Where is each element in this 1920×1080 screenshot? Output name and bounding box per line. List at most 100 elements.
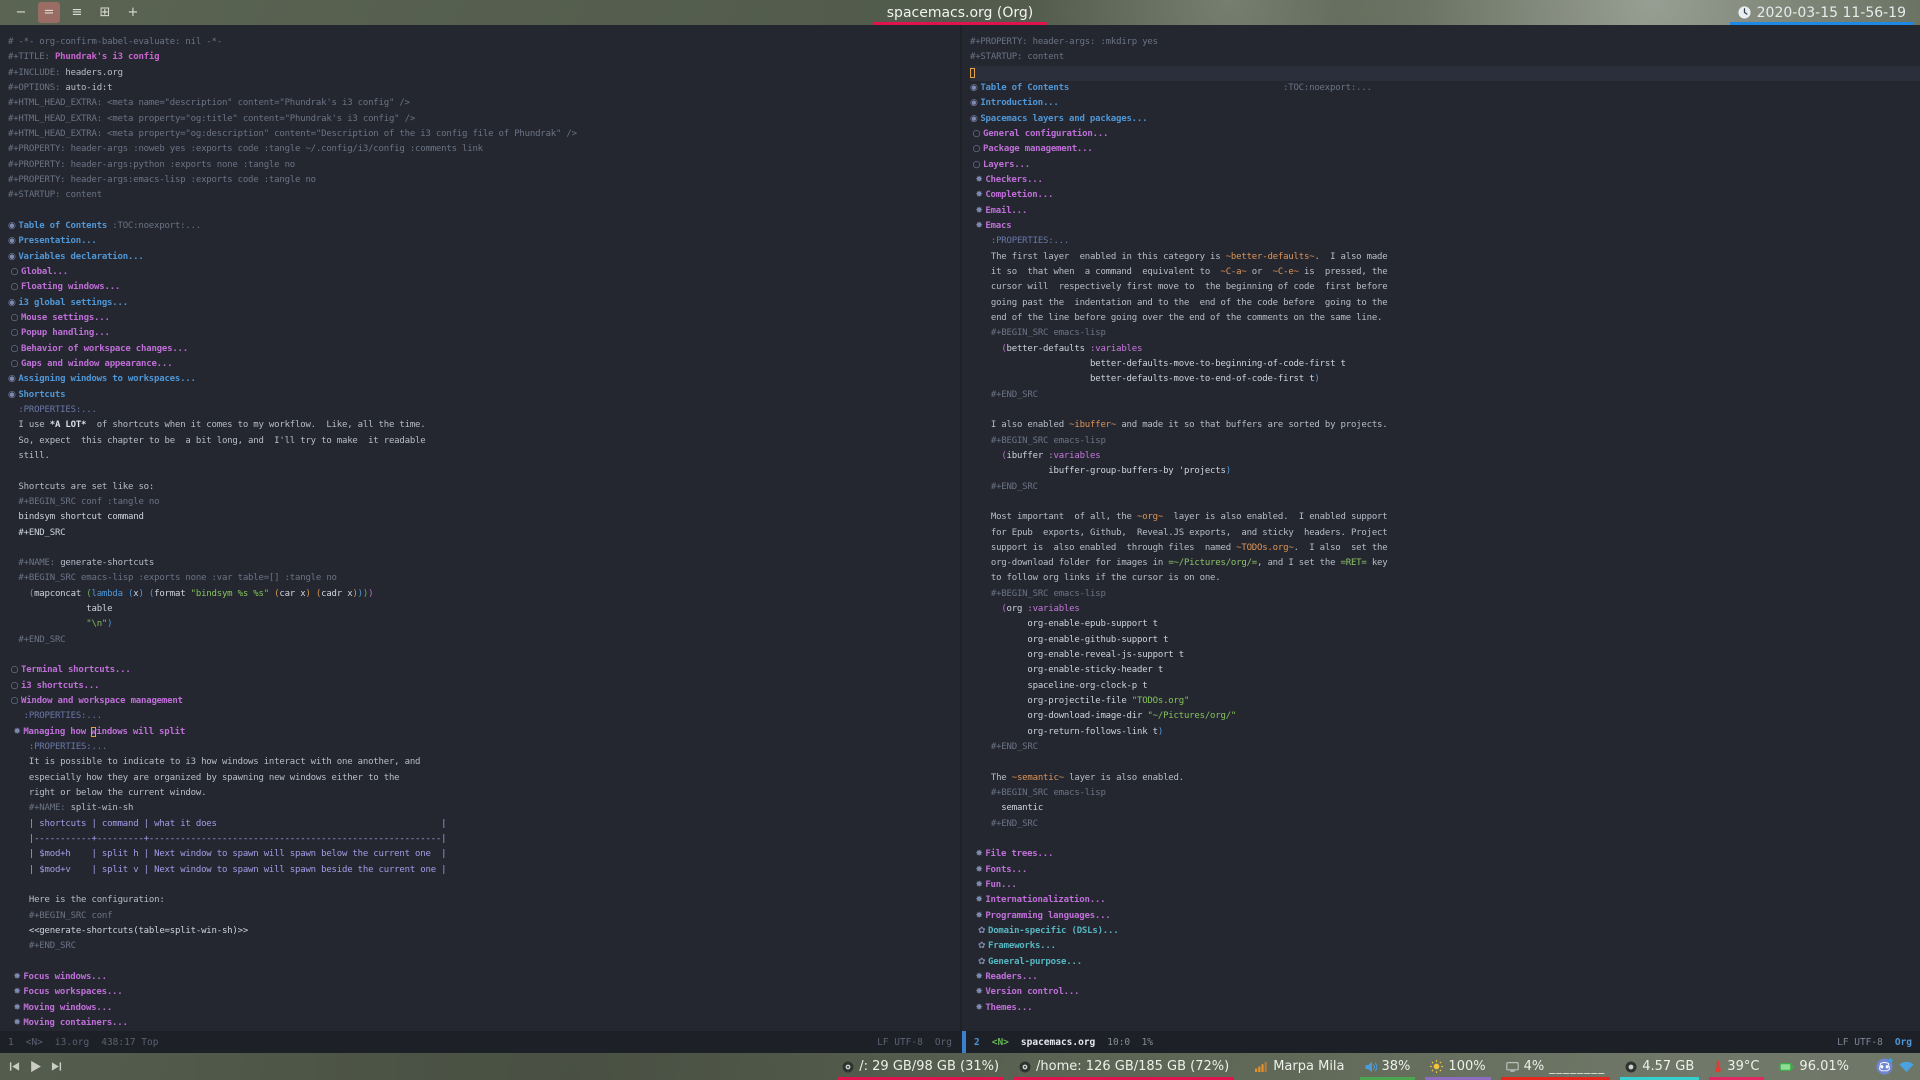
buffer-line[interactable]: ○ Gaps and window appearance...: [8, 357, 960, 372]
buffer-line[interactable]: org-enable-github-support t: [970, 633, 1920, 648]
buffer-line[interactable]: #+HTML_HEAD_EXTRA: <meta name="descripti…: [8, 96, 960, 111]
buffer-line[interactable]: (mapconcat (lambda (x) (format "bindsym …: [8, 587, 960, 602]
buffer-line[interactable]: ○ Window and workspace management: [8, 694, 960, 709]
clock-widget[interactable]: 2020-03-15 11-56-19: [1729, 0, 1914, 25]
buffer-line[interactable]: ◉ i3 global settings...: [8, 296, 960, 311]
buffer-line[interactable]: Shortcuts are set like so:: [8, 480, 960, 495]
buffer-line[interactable]: [8, 955, 960, 970]
buffer-line[interactable]: ◉ Introduction...: [970, 96, 1920, 111]
buffer-line[interactable]: [970, 403, 1920, 418]
buffer-line[interactable]: end of the line before going over the en…: [970, 311, 1920, 326]
buffer-line[interactable]: ○ Popup handling...: [8, 326, 960, 341]
buffer-line[interactable]: (better-defaults :variables: [970, 342, 1920, 357]
buffer-line[interactable]: ✸ Focus windows...: [8, 970, 960, 985]
buffer-line[interactable]: (ibuffer :variables: [970, 449, 1920, 464]
buffer-line[interactable]: better-defaults-move-to-end-of-code-firs…: [970, 372, 1920, 387]
buffer-line[interactable]: #+TITLE: Phundrak's i3 config: [8, 50, 960, 65]
buffer-line[interactable]: I use *A LOT* of shortcuts when it comes…: [8, 418, 960, 433]
buffer-line[interactable]: #+BEGIN_SRC emacs-lisp: [970, 786, 1920, 801]
status-memory[interactable]: 4.57 GB: [1620, 1053, 1700, 1080]
buffer-line[interactable]: #+HTML_HEAD_EXTRA: <meta property="og:ti…: [8, 112, 960, 127]
buffer-line[interactable]: ✸ Fonts...: [970, 863, 1920, 878]
buffer-line[interactable]: #+PROPERTY: header-args:emacs-lisp :expo…: [8, 173, 960, 188]
buffer-line[interactable]: ✸ Completion...: [970, 188, 1920, 203]
buffer-line[interactable]: [970, 832, 1920, 847]
buffer-line[interactable]: # -*- org-confirm-babel-evaluate: nil -*…: [8, 35, 960, 50]
buffer-line[interactable]: #+NAME: split-win-sh: [8, 801, 960, 816]
buffer-line[interactable]: ✸ Emacs: [970, 219, 1920, 234]
buffer-line[interactable]: ✸ Moving containers...: [8, 1016, 960, 1031]
buffer-line[interactable]: ✸ Internationalization...: [970, 893, 1920, 908]
buffer-line[interactable]: semantic: [970, 801, 1920, 816]
buffer-line[interactable]: :PROPERTIES:...: [8, 709, 960, 724]
buffer-line[interactable]: ○ Behavior of workspace changes...: [8, 342, 960, 357]
buffer-line[interactable]: The first layer enabled in this category…: [970, 250, 1920, 265]
buffer-line[interactable]: :PROPERTIES:...: [970, 234, 1920, 249]
buffer-line[interactable]: #+END_SRC: [970, 480, 1920, 495]
buffer-line[interactable]: | shortcuts | command | what it does |: [8, 817, 960, 832]
buffer-line[interactable]: table: [8, 602, 960, 617]
buffer-line[interactable]: #+HTML_HEAD_EXTRA: <meta property="og:de…: [8, 127, 960, 142]
buffer-i3-org[interactable]: # -*- org-confirm-babel-evaluate: nil -*…: [0, 25, 960, 1031]
buffer-line[interactable]: [970, 755, 1920, 770]
buffer-line[interactable]: #+BEGIN_SRC conf: [8, 909, 960, 924]
buffer-line[interactable]: #+STARTUP: content: [970, 50, 1920, 65]
buffer-line[interactable]: #+END_SRC: [8, 526, 960, 541]
status-disk-root[interactable]: /: 29 GB/98 GB (31%): [837, 1053, 1005, 1080]
buffer-line[interactable]: going past the indentation and to the en…: [970, 296, 1920, 311]
buffer-line[interactable]: [8, 204, 960, 219]
buffer-line[interactable]: ✸ Fun...: [970, 878, 1920, 893]
workspace-layout-double-icon[interactable]: =: [38, 2, 60, 23]
major-mode-indicator[interactable]: Org: [935, 1037, 952, 1048]
buffer-line[interactable]: #+END_SRC: [970, 388, 1920, 403]
buffer-line[interactable]: ◉ Spacemacs layers and packages...: [970, 112, 1920, 127]
buffer-line[interactable]: ○ Package management...: [970, 142, 1920, 157]
buffer-line[interactable]: ✿ Domain-specific (DSLs)...: [970, 924, 1920, 939]
buffer-line[interactable]: ◉ Table of Contents :TOC:noexport:...: [970, 81, 1920, 96]
buffer-line[interactable]: It is possible to indicate to i3 how win…: [8, 755, 960, 770]
buffer-line[interactable]: [8, 464, 960, 479]
media-previous-icon[interactable]: [9, 1061, 20, 1072]
buffer-line[interactable]: #+END_SRC: [970, 740, 1920, 755]
status-battery[interactable]: 96.01%: [1774, 1053, 1854, 1080]
buffer-line[interactable]: ○ Mouse settings...: [8, 311, 960, 326]
status-volume[interactable]: 38%: [1359, 1053, 1416, 1080]
buffer-line[interactable]: #+END_SRC: [970, 817, 1920, 832]
buffer-line[interactable]: ✸ Managing how windows will split: [8, 725, 960, 740]
buffer-line[interactable]: [8, 648, 960, 663]
workspace-layout-single-icon[interactable]: −: [10, 2, 32, 23]
buffer-line[interactable]: #+BEGIN_SRC emacs-lisp: [970, 587, 1920, 602]
status-temperature[interactable]: 39°C: [1709, 1053, 1765, 1080]
buffer-line[interactable]: for Epub exports, Github, Reveal.JS expo…: [970, 526, 1920, 541]
buffer-line[interactable]: [970, 495, 1920, 510]
buffer-line[interactable]: #+END_SRC: [8, 633, 960, 648]
buffer-line[interactable]: "\n"): [8, 617, 960, 632]
buffer-line[interactable]: org-return-follows-link t): [970, 725, 1920, 740]
buffer-line[interactable]: #+BEGIN_SRC conf :tangle no: [8, 495, 960, 510]
buffer-line[interactable]: Most important of all, the ~org~ layer i…: [970, 510, 1920, 525]
buffer-line[interactable]: ○ General configuration...: [970, 127, 1920, 142]
buffer-line[interactable]: ◉ Shortcuts: [8, 388, 960, 403]
buffer-line[interactable]: ○ Floating windows...: [8, 280, 960, 295]
buffer-line[interactable]: ✸ Focus workspaces...: [8, 985, 960, 1000]
buffer-line[interactable]: ○ Global...: [8, 265, 960, 280]
buffer-line[interactable]: I also enabled ~ibuffer~ and made it so …: [970, 418, 1920, 433]
workspace-add-icon[interactable]: +: [122, 2, 144, 23]
workspace-layout-grid-icon[interactable]: ⊞: [94, 2, 116, 23]
buffer-line[interactable]: ✿ General-purpose...: [970, 955, 1920, 970]
buffer-line[interactable]: | $mod+v | split v | Next window to spaw…: [8, 863, 960, 878]
buffer-line[interactable]: ✸ Checkers...: [970, 173, 1920, 188]
buffer-line[interactable]: bindsym shortcut command: [8, 510, 960, 525]
buffer-line[interactable]: org-enable-sticky-header t: [970, 663, 1920, 678]
media-play-icon[interactable]: [29, 1060, 42, 1073]
buffer-line[interactable]: #+OPTIONS: auto-id:t: [8, 81, 960, 96]
buffer-line[interactable]: ○ Terminal shortcuts...: [8, 663, 960, 678]
buffer-line[interactable]: cursor will respectively first move to t…: [970, 280, 1920, 295]
buffer-line[interactable]: | $mod+h | split h | Next window to spaw…: [8, 847, 960, 862]
buffer-line[interactable]: ✸ Themes...: [970, 1001, 1920, 1016]
buffer-line[interactable]: #+BEGIN_SRC emacs-lisp: [970, 326, 1920, 341]
buffer-line[interactable]: still.: [8, 449, 960, 464]
status-wifi[interactable]: Marpa Mila: [1250, 1053, 1349, 1080]
buffer-line[interactable]: <<generate-shortcuts(table=split-win-sh)…: [8, 924, 960, 939]
buffer-line[interactable]: #+BEGIN_SRC emacs-lisp: [970, 434, 1920, 449]
